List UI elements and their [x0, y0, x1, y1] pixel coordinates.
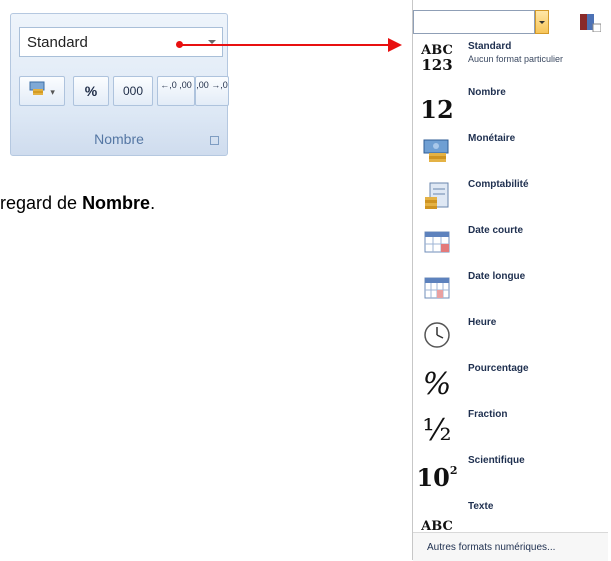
format-item-label: Date courte	[468, 225, 524, 236]
format-item-short-date[interactable]: Date courte	[413, 220, 608, 266]
red-arrow	[180, 44, 390, 46]
percent-style-button[interactable]: %	[73, 76, 109, 106]
abc-123-icon: ABC 123	[415, 40, 459, 76]
caption-bold: Nombre	[82, 193, 151, 213]
percent-glyph: %	[422, 366, 452, 402]
dropdown-header	[413, 10, 608, 36]
accounting-format-button[interactable]: ▾	[19, 76, 65, 106]
format-item-label: Nombre	[468, 87, 506, 98]
format-item-fraction[interactable]: ½ Fraction	[413, 404, 608, 450]
group-label: Nombre	[94, 131, 144, 147]
fraction-glyph: ½	[422, 412, 452, 448]
number-ribbon-group: Standard ▾ % 000 ←,0 ,00 ,00 →,0 Nombre	[10, 13, 229, 156]
accounting-icon	[415, 178, 459, 214]
increase-decimal-button[interactable]: ←,0 ,00	[157, 76, 195, 106]
format-item-number[interactable]: 12 Nombre	[413, 82, 608, 128]
arrow-head-icon	[388, 38, 402, 52]
format-item-label: Pourcentage	[468, 363, 529, 374]
format-item-time[interactable]: Heure	[413, 312, 608, 358]
money-icon	[29, 78, 47, 106]
format-item-label: Heure	[468, 317, 497, 328]
format-item-sublabel: Aucun format particulier	[468, 54, 564, 64]
format-list: ABC 123 Standard Aucun format particulie…	[413, 36, 608, 542]
format-item-scientific[interactable]: 10 2 Scientifique	[413, 450, 608, 496]
format-item-label: Date longue	[468, 271, 526, 282]
short-date-icon	[415, 224, 459, 260]
format-item-label: Texte	[468, 501, 494, 512]
number-format-combo[interactable]: Standard	[19, 27, 223, 57]
caption-prefix: regard de	[0, 193, 83, 213]
currency-icon	[415, 132, 459, 168]
decrease-decimal-button[interactable]: ,00 →,0	[195, 76, 229, 106]
12-glyph: 12	[420, 94, 454, 124]
chevron-down-icon[interactable]: ▾	[50, 87, 55, 97]
format-item-long-date[interactable]: Date longue	[413, 266, 608, 312]
exponent-glyph: 2	[449, 463, 458, 477]
percent-icon: %	[415, 362, 459, 402]
dropdown-input[interactable]	[413, 10, 535, 34]
format-item-accounting[interactable]: Comptabilité	[413, 174, 608, 220]
clock-icon	[415, 316, 459, 352]
decrease-decimal-icon: ,00 →,0	[196, 80, 228, 90]
format-item-label: Scientifique	[468, 455, 525, 466]
fraction-icon: ½	[415, 408, 459, 448]
format-item-label: Standard	[468, 41, 512, 52]
number-format-value: Standard	[27, 34, 88, 51]
dropdown-arrow-button[interactable]	[535, 10, 549, 34]
format-tool-icon[interactable]	[579, 12, 602, 37]
format-item-standard[interactable]: ABC 123 Standard Aucun format particulie…	[413, 36, 608, 82]
increase-decimal-icon: ←,0 ,00	[160, 80, 192, 90]
format-item-label: Monétaire	[468, 133, 516, 144]
dialog-launcher-icon[interactable]	[210, 136, 219, 145]
caption-suffix: .	[150, 193, 156, 213]
more-number-formats[interactable]: Autres formats numériques...	[413, 532, 608, 561]
format-item-percent[interactable]: % Pourcentage	[413, 358, 608, 404]
scientific-icon: 10 2	[415, 454, 459, 492]
format-item-currency[interactable]: Monétaire	[413, 128, 608, 174]
123-glyph: 123	[421, 56, 453, 74]
number-format-dropdown: ABC 123 Standard Aucun format particulie…	[412, 0, 608, 561]
format-item-label: Fraction	[468, 409, 508, 420]
more-number-formats-label: Autres formats numériques...	[427, 542, 556, 553]
number-12-icon: 12	[415, 86, 459, 124]
ten-glyph: 10	[416, 462, 450, 492]
thousands-separator-button[interactable]: 000	[113, 76, 153, 106]
text-abc-icon: ABC	[415, 500, 459, 536]
long-date-icon	[415, 270, 459, 306]
caption-text: regard de Nombre.	[0, 193, 155, 214]
format-item-label: Comptabilité	[468, 179, 529, 190]
